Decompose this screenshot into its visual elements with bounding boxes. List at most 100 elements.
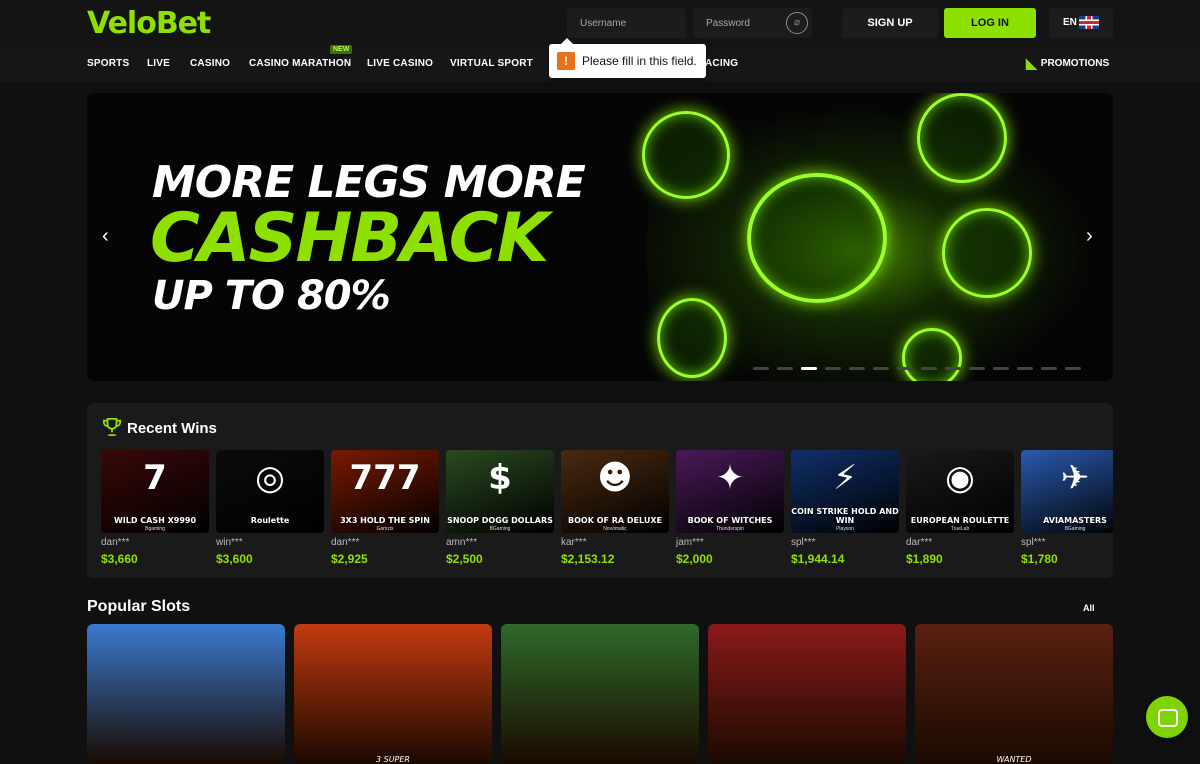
game-provider: Playson [836,526,854,532]
game-title: 3X3 HOLD THE SPIN [340,516,430,525]
winner-username: spl*** [791,537,816,548]
nav-item-casino-marathon[interactable]: CASINO MARATHON [249,58,351,69]
promotions-label: PROMOTIONS [1040,58,1110,69]
football-icon [642,111,730,199]
language-label: EN [1063,17,1077,28]
game-thumbnail[interactable]: ✈ AVIAMASTERS BGaming [1021,450,1113,533]
win-amount: $3,660 [101,552,138,566]
trophy-icon [103,418,121,436]
new-badge: NEW [330,45,353,54]
recent-win-card[interactable]: ✦ BOOK OF WITCHES Thunderspin jam*** $2,000 [676,450,784,566]
slot-card[interactable] [501,624,699,764]
win-amount: $2,500 [446,552,483,566]
view-all-link[interactable]: All [1083,603,1095,613]
game-thumbnail[interactable]: ☻ BOOK OF RA DELUXE Novomatic [561,450,669,533]
slide-dot[interactable] [801,367,817,370]
game-provider: TrueLab [950,526,970,532]
nav-item-live-casino[interactable]: LIVE CASINO [367,58,433,69]
slot-card[interactable]: 3 SUPER [294,624,492,764]
game-thumbnail[interactable]: ⚡ COIN STRIKE HOLD AND WIN Playson [791,450,899,533]
slide-dot[interactable] [873,367,889,370]
slide-dot[interactable] [969,367,985,370]
game-provider: BGaming [1064,526,1086,532]
game-provider: Bgaming [145,526,165,532]
recent-wins-title: Recent Wins [127,420,217,437]
winner-username: dan*** [101,537,130,548]
slide-dot[interactable] [753,367,769,370]
game-title: AVIAMASTERS [1043,516,1107,525]
winner-username: dan*** [331,537,360,548]
tooltip-text: Please fill in this field. [582,54,697,68]
trophy-icon [657,298,727,378]
win-amount: $1,890 [906,552,943,566]
login-button[interactable]: LOG IN [944,8,1036,38]
game-title: Roulette [250,516,290,525]
recent-win-card[interactable]: ◎ Roulette win*** $3,600 [216,450,324,566]
slide-dot[interactable] [993,367,1009,370]
slot-title: WANTED [996,755,1032,764]
logo[interactable]: VeloBet [87,6,211,41]
nav-item-live[interactable]: LIVE [147,58,170,69]
slide-dot[interactable] [1017,367,1033,370]
recent-win-card[interactable]: ✈ AVIAMASTERS BGaming spl*** $1,780 [1021,450,1113,566]
nav-item-sports[interactable]: SPORTS [87,58,129,69]
game-provider: BGaming [489,526,511,532]
game-art-icon: 7 [143,458,167,498]
recent-win-card[interactable]: ◉ EUROPEAN ROULETTE TrueLab dar*** $1,890 [906,450,1014,566]
megaphone-icon: ◣ [1026,55,1037,71]
slide-dot[interactable] [1041,367,1057,370]
game-thumbnail[interactable]: $ SNOOP DOGG DOLLARS BGaming [446,450,554,533]
game-provider: Novomatic [603,526,627,532]
show-password-icon[interactable]: ⌀ [786,12,808,34]
winner-username: spl*** [1021,537,1046,548]
signup-button[interactable]: SIGN UP [842,8,938,38]
nav-item-racing[interactable]: ACING [705,58,738,69]
nav-item-casino[interactable]: CASINO [190,58,230,69]
recent-win-card[interactable]: 7 WILD CASH X9990 Bgaming dan*** $3,660 [101,450,209,566]
recent-win-card[interactable]: ☻ BOOK OF RA DELUXE Novomatic kar*** $2,153.… [561,450,669,566]
winner-username: kar*** [561,537,587,548]
slot-card[interactable]: WANTED [915,624,1113,764]
username-input[interactable] [567,8,686,38]
nav-item-virtual-sport[interactable]: VIRTUAL SPORT [450,58,533,69]
game-art-icon: 777 [349,458,421,498]
win-amount: $3,600 [216,552,253,566]
win-amount: $2,000 [676,552,713,566]
game-art-icon: $ [488,458,512,498]
winner-username: jam*** [676,537,704,548]
hero-banner[interactable]: MORE LEGS MORE CASHBACK UP TO 80% ‹ › [87,93,1113,381]
game-art-icon: ◉ [945,458,975,498]
slide-dot[interactable] [897,367,913,370]
slot-card[interactable] [708,624,906,764]
recent-win-card[interactable]: 777 3X3 HOLD THE SPIN Gamzix dan*** $2,925 [331,450,439,566]
win-amount: $1,780 [1021,552,1058,566]
recent-win-card[interactable]: ⚡ COIN STRIKE HOLD AND WIN Playson spl*** $1… [791,450,899,566]
winner-username: amn*** [446,537,478,548]
game-thumbnail[interactable]: ◎ Roulette [216,450,324,533]
game-art-icon: ✈ [1060,458,1090,498]
game-thumbnail[interactable]: 7 WILD CASH X9990 Bgaming [101,450,209,533]
game-title: BOOK OF RA DELUXE [568,516,662,525]
tennis-ball-icon [902,328,962,381]
slide-dot[interactable] [825,367,841,370]
banner-percentage: UP TO 80% [152,273,391,319]
game-thumbnail[interactable]: 777 3X3 HOLD THE SPIN Gamzix [331,450,439,533]
slot-title: 3 SUPER [375,755,410,764]
language-selector[interactable]: EN [1049,8,1113,38]
game-thumbnail[interactable]: ✦ BOOK OF WITCHES Thunderspin [676,450,784,533]
promotions-link[interactable]: ◣ PROMOTIONS [1026,55,1109,72]
recent-win-card[interactable]: $ SNOOP DOGG DOLLARS BGaming amn*** $2,500 [446,450,554,566]
next-slide-icon[interactable]: › [1086,225,1093,248]
slide-dot[interactable] [849,367,865,370]
slide-dot[interactable] [777,367,793,370]
game-thumbnail[interactable]: ◉ EUROPEAN ROULETTE TrueLab [906,450,1014,533]
game-title: WILD CASH X9990 [113,516,197,525]
game-art-icon: ✦ [715,458,745,498]
slide-dot[interactable] [921,367,937,370]
slide-indicators[interactable] [753,367,1081,370]
chat-button[interactable] [1146,696,1188,738]
slot-card[interactable] [87,624,285,764]
slide-dot[interactable] [1065,367,1081,370]
slide-dot[interactable] [945,367,961,370]
prev-slide-icon[interactable]: ‹ [102,225,109,248]
